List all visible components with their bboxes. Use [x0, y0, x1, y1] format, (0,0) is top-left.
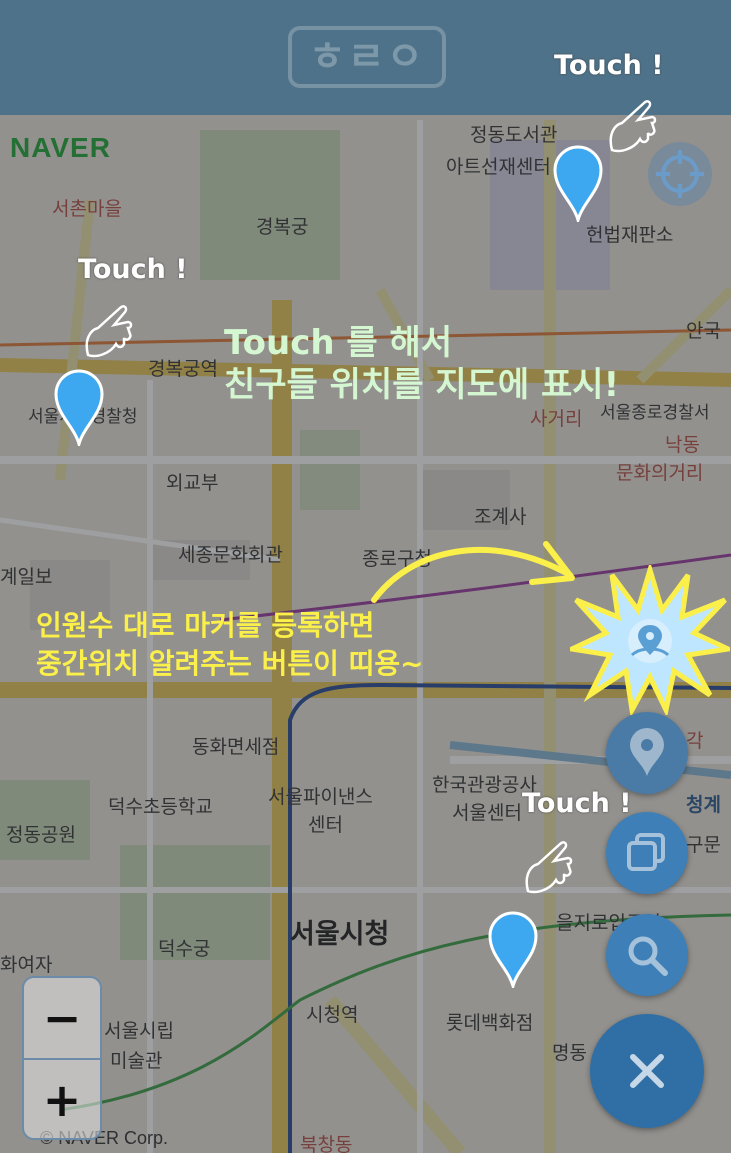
caption-line: Touch 를 해서: [224, 323, 453, 363]
caption-line: 인원수 대로 마커를 등록하면: [36, 609, 375, 642]
touch-hint-label: Touch !: [554, 50, 664, 81]
copy-layers-icon: [627, 833, 665, 871]
tutorial-caption-markers: Touch 를 해서 친구들 위치를 지도에 표시!: [224, 322, 619, 406]
location-pin-icon: [630, 728, 664, 776]
app-logo: ㅎㄹㅇ: [288, 26, 446, 88]
location-marker-icon[interactable]: [488, 908, 538, 988]
touch-hint-label: Touch !: [522, 788, 632, 819]
screen: NAVER 정동도서관 아트선재센터 헌법재판소 서촌마을 경복궁 경복궁역 서…: [0, 0, 731, 1153]
close-icon: [630, 1054, 664, 1088]
tutorial-caption-midpoint: 인원수 대로 마커를 등록하면 중간위치 알려주는 버튼이 띠용~: [36, 607, 424, 683]
location-marker-icon[interactable]: [553, 142, 603, 222]
caption-line: 중간위치 알려주는 버튼이 띠용~: [36, 647, 424, 680]
search-button[interactable]: [606, 914, 688, 996]
caption-line: 친구들 위치를 지도에 표시!: [224, 365, 620, 405]
copy-layers-button[interactable]: [606, 812, 688, 894]
curved-arrow-icon: [371, 541, 575, 603]
search-icon: [628, 936, 668, 976]
location-marker-icon[interactable]: [54, 366, 104, 446]
zoom-control: − +: [22, 976, 102, 1140]
hand-pointer-icon: [609, 100, 657, 153]
add-marker-button[interactable]: [606, 712, 688, 794]
hand-pointer-icon: [525, 841, 573, 894]
midpoint-button-burst[interactable]: [570, 565, 730, 715]
hand-pointer-icon: [85, 305, 133, 358]
zoom-in-button[interactable]: +: [24, 1060, 100, 1140]
touch-hint-label: Touch !: [78, 254, 188, 285]
zoom-out-button[interactable]: −: [24, 978, 100, 1058]
close-menu-button[interactable]: [590, 1014, 704, 1128]
